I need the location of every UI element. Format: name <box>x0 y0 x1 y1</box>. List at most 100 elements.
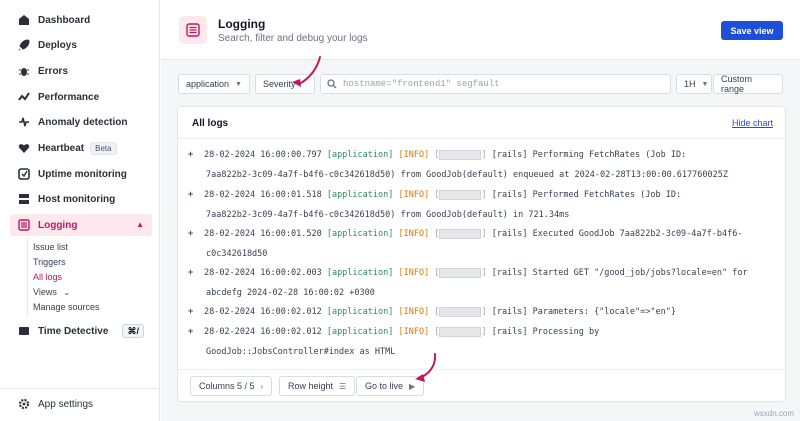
sidebar-item-label: Dashboard <box>38 14 91 26</box>
watermark: wsxdn.com <box>753 409 794 418</box>
sidebar-item-time-detective[interactable]: Time Detective ⌘/ <box>10 320 152 342</box>
chevron-down-icon: ▼ <box>235 80 242 88</box>
time-range-select[interactable]: 1H ▼ <box>676 74 712 94</box>
search-input[interactable] <box>343 79 663 89</box>
sidebar-item-dashboard[interactable]: Dashboard <box>10 9 152 31</box>
redacted-host: [] <box>434 306 487 317</box>
log-level: [INFO] <box>398 307 430 317</box>
anomaly-icon <box>18 116 30 128</box>
sidebar-item-anomaly-detection[interactable]: Anomaly detection <box>10 111 152 133</box>
log-message-cont: 7aa822b2-3c09-4a7f-b4f6-c0c342618d50) fr… <box>206 210 570 220</box>
divider <box>0 388 160 389</box>
sidebar-item-uptime-monitoring[interactable]: Uptime monitoring <box>10 163 152 185</box>
log-level: [INFO] <box>398 268 430 278</box>
sidebar-item-host-monitoring[interactable]: Host monitoring <box>10 188 152 210</box>
panel-title: All logs <box>192 118 229 129</box>
beta-badge: Beta <box>90 141 117 155</box>
columns-label: Columns 5 / 5 <box>199 381 255 391</box>
expand-icon[interactable]: + <box>188 263 204 283</box>
views-label: Views <box>33 287 57 297</box>
log-tag: [rails] <box>491 327 528 337</box>
page-title: Logging <box>218 17 266 31</box>
sidebar-item-label: Uptime monitoring <box>38 168 127 180</box>
save-view-button[interactable]: Save view <box>721 21 783 40</box>
dashboard-icon <box>18 14 30 26</box>
gear-icon <box>18 398 30 410</box>
sidebar-item-heartbeat[interactable]: Heartbeat Beta <box>10 137 152 159</box>
log-entry[interactable]: +28-02-2024 16:00:01.520 [application] [… <box>188 224 783 259</box>
time-range-value: 1H <box>684 79 696 89</box>
log-level: [INFO] <box>398 327 430 337</box>
log-tag: [rails] <box>491 307 528 317</box>
main-area: Logging Search, filter and debug your lo… <box>161 0 800 421</box>
submenu-line <box>27 238 28 316</box>
sidebar-subitem-issue-list[interactable]: Issue list <box>33 242 68 252</box>
expand-icon[interactable]: + <box>188 185 204 205</box>
shortcut-key: ⌘/ <box>122 324 144 338</box>
log-source: [application] <box>326 229 394 239</box>
sidebar-item-deploys[interactable]: Deploys <box>10 34 152 56</box>
sidebar-item-performance[interactable]: Performance <box>10 86 152 108</box>
sidebar-item-label: Performance <box>38 91 100 103</box>
panel-footer: Columns 5 / 5 › Row height ☰ Go to live … <box>178 369 785 401</box>
sidebar-item-logging[interactable]: Logging ▲ <box>10 214 152 236</box>
redacted-host: [] <box>434 267 487 278</box>
page-subtitle: Search, filter and debug your logs <box>218 33 368 44</box>
log-timestamp: 28-02-2024 16:00:01.518 <box>204 190 322 200</box>
logging-page-icon <box>179 16 207 44</box>
log-message-cont: 7aa822b2-3c09-4a7f-b4f6-c0c342618d50) fr… <box>206 170 728 180</box>
app-settings-button[interactable]: App settings <box>10 393 152 415</box>
expand-icon[interactable]: + <box>188 302 204 322</box>
columns-button[interactable]: Columns 5 / 5 › <box>190 376 273 396</box>
log-tag: [rails] <box>491 229 528 239</box>
log-timestamp: 28-02-2024 16:00:01.520 <box>204 229 322 239</box>
sidebar: Dashboard Deploys Errors Performance Ano… <box>0 0 160 421</box>
source-select[interactable]: application ▼ <box>178 74 250 94</box>
log-search-field[interactable] <box>320 74 671 94</box>
log-timestamp: 28-02-2024 16:00:02.003 <box>204 268 322 278</box>
sidebar-item-label: Deploys <box>38 39 77 51</box>
redacted-host: [] <box>434 326 487 337</box>
row-height-button[interactable]: Row height ☰ <box>279 376 356 396</box>
row-height-label: Row height <box>288 381 334 391</box>
log-message: Parameters: {"locale"=>"en"} <box>532 307 676 317</box>
log-entry[interactable]: +28-02-2024 16:00:02.012 [application] [… <box>188 322 783 357</box>
logs-panel: All logs Hide chart +28-02-2024 16:00:00… <box>177 106 786 402</box>
custom-range-button[interactable]: Custom range <box>713 74 783 94</box>
sidebar-item-label: App settings <box>38 398 94 410</box>
log-message-cont: c0c342618d50 <box>206 249 268 259</box>
sidebar-item-errors[interactable]: Errors <box>10 60 152 82</box>
log-entry[interactable]: +28-02-2024 16:00:01.518 [application] [… <box>188 185 783 220</box>
log-tag: [rails] <box>491 268 528 278</box>
go-to-live-label: Go to live <box>365 381 404 391</box>
bug-icon <box>18 65 30 77</box>
heart-icon <box>18 142 30 154</box>
log-tag: [rails] <box>491 150 528 160</box>
sidebar-item-label: Heartbeat <box>38 142 85 154</box>
chevron-down-icon: ⌄ <box>63 288 71 297</box>
sidebar-subitem-manage-sources[interactable]: Manage sources <box>33 302 100 312</box>
log-message: Performed FetchRates (Job ID: <box>532 190 682 200</box>
log-level: [INFO] <box>398 150 430 160</box>
host-icon <box>18 193 30 205</box>
row-height-icon: ☰ <box>339 381 347 391</box>
sidebar-subitem-triggers[interactable]: Triggers <box>33 257 66 267</box>
chevron-right-icon: › <box>260 381 264 391</box>
log-entry[interactable]: +28-02-2024 16:00:02.003 [application] [… <box>188 263 783 298</box>
rocket-icon <box>18 39 30 51</box>
log-message: Executed GoodJob 7aa822b2-3c09-4a7f-b4f6… <box>532 229 743 239</box>
log-level: [INFO] <box>398 229 430 239</box>
hide-chart-link[interactable]: Hide chart <box>732 118 773 128</box>
source-select-value: application <box>186 79 230 89</box>
log-entry[interactable]: +28-02-2024 16:00:00.797 [application] [… <box>188 145 783 180</box>
log-source: [application] <box>326 150 394 160</box>
log-entry[interactable]: +28-02-2024 16:00:02.012 [application] [… <box>188 302 783 322</box>
expand-icon[interactable]: + <box>188 322 204 342</box>
log-message: Performing FetchRates (Job ID: <box>532 150 687 160</box>
expand-icon[interactable]: + <box>188 145 204 165</box>
sidebar-subitem-views[interactable]: Views ⌄ <box>33 287 70 297</box>
sidebar-item-label: Host monitoring <box>38 193 116 205</box>
log-message: Started GET "/good_job/jobs?locale=en" f… <box>532 268 748 278</box>
sidebar-subitem-all-logs[interactable]: All logs <box>33 272 62 282</box>
expand-icon[interactable]: + <box>188 224 204 244</box>
